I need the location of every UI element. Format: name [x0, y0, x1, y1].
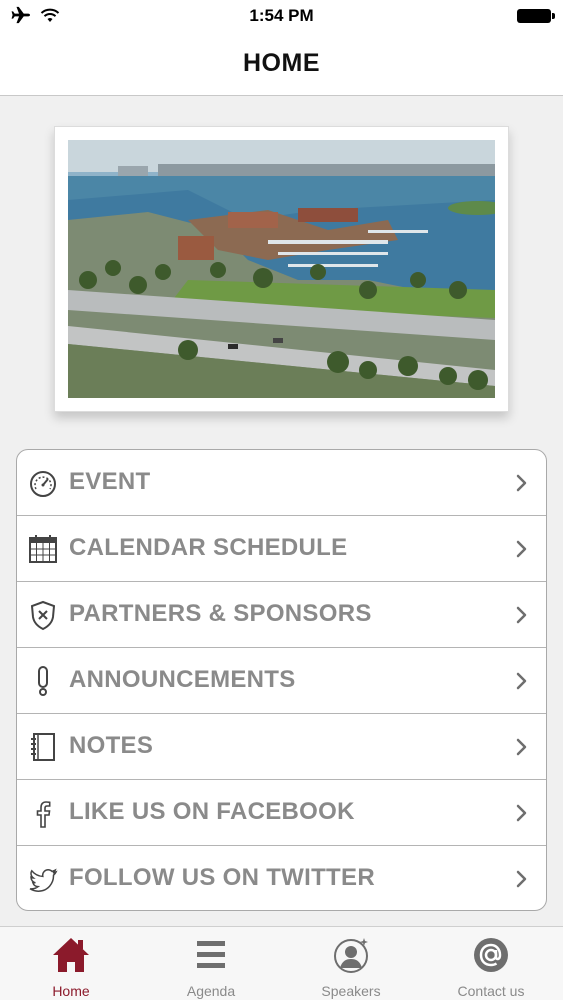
menu-item-label: EVENT [69, 468, 151, 495]
at-icon [474, 938, 508, 972]
chevron-right-icon [516, 804, 527, 822]
menu-item-twitter[interactable]: FOLLOW US ON TWITTER [17, 846, 546, 910]
status-time: 1:54 PM [249, 6, 314, 25]
tab-speakers[interactable]: Speakers [281, 927, 421, 1000]
chevron-right-icon [516, 606, 527, 624]
tab-label: Contact us [457, 983, 525, 999]
navigation-bar: HOME [0, 32, 563, 96]
tab-agenda[interactable]: Agenda [141, 927, 281, 1000]
page-title: HOME [243, 49, 320, 77]
main-menu: EVENT CALENDAR SCHEDULE PARTNERS & SPONS… [16, 449, 547, 911]
menu-item-calendar-schedule[interactable]: CALENDAR SCHEDULE [17, 516, 546, 582]
facebook-icon [36, 801, 51, 828]
chevron-right-icon [516, 870, 527, 888]
menu-item-label: CALENDAR SCHEDULE [69, 534, 348, 561]
status-bar: 1:54 PM [0, 0, 563, 32]
chevron-right-icon [516, 474, 527, 492]
menu-item-label: NOTES [69, 732, 154, 759]
tab-label: Agenda [186, 983, 236, 999]
marina-photo [68, 140, 495, 398]
menu-item-event[interactable]: EVENT [17, 450, 546, 516]
battery-icon [517, 9, 555, 23]
menu-item-notes[interactable]: NOTES [17, 714, 546, 780]
tab-home[interactable]: Home [1, 927, 141, 1000]
exclamation-icon [38, 666, 48, 696]
menu-item-partners-sponsors[interactable]: PARTNERS & SPONSORS [17, 582, 546, 648]
speaker-icon [334, 938, 368, 973]
chevron-right-icon [516, 672, 527, 690]
menu-item-label: LIKE US ON FACEBOOK [69, 798, 355, 825]
calendar-icon [29, 535, 57, 563]
tab-label: Home [52, 983, 90, 999]
notebook-icon [31, 733, 55, 761]
home-icon [53, 938, 89, 972]
tab-bar: Home Agenda Speakers Contact us [0, 926, 563, 1000]
speedometer-icon [30, 471, 56, 497]
tab-label: Speakers [321, 983, 381, 999]
menu-item-announcements[interactable]: ANNOUNCEMENTS [17, 648, 546, 714]
twitter-icon [29, 868, 58, 892]
shield-icon [30, 600, 56, 631]
tab-contact-us[interactable]: Contact us [421, 927, 561, 1000]
chevron-right-icon [516, 738, 527, 756]
menu-item-label: PARTNERS & SPONSORS [69, 600, 372, 627]
menu-item-label: ANNOUNCEMENTS [69, 666, 296, 693]
list-icon [197, 941, 225, 968]
menu-item-facebook[interactable]: LIKE US ON FACEBOOK [17, 780, 546, 846]
menu-item-label: FOLLOW US ON TWITTER [69, 864, 375, 891]
header-photo-frame [54, 126, 509, 412]
chevron-right-icon [516, 540, 527, 558]
